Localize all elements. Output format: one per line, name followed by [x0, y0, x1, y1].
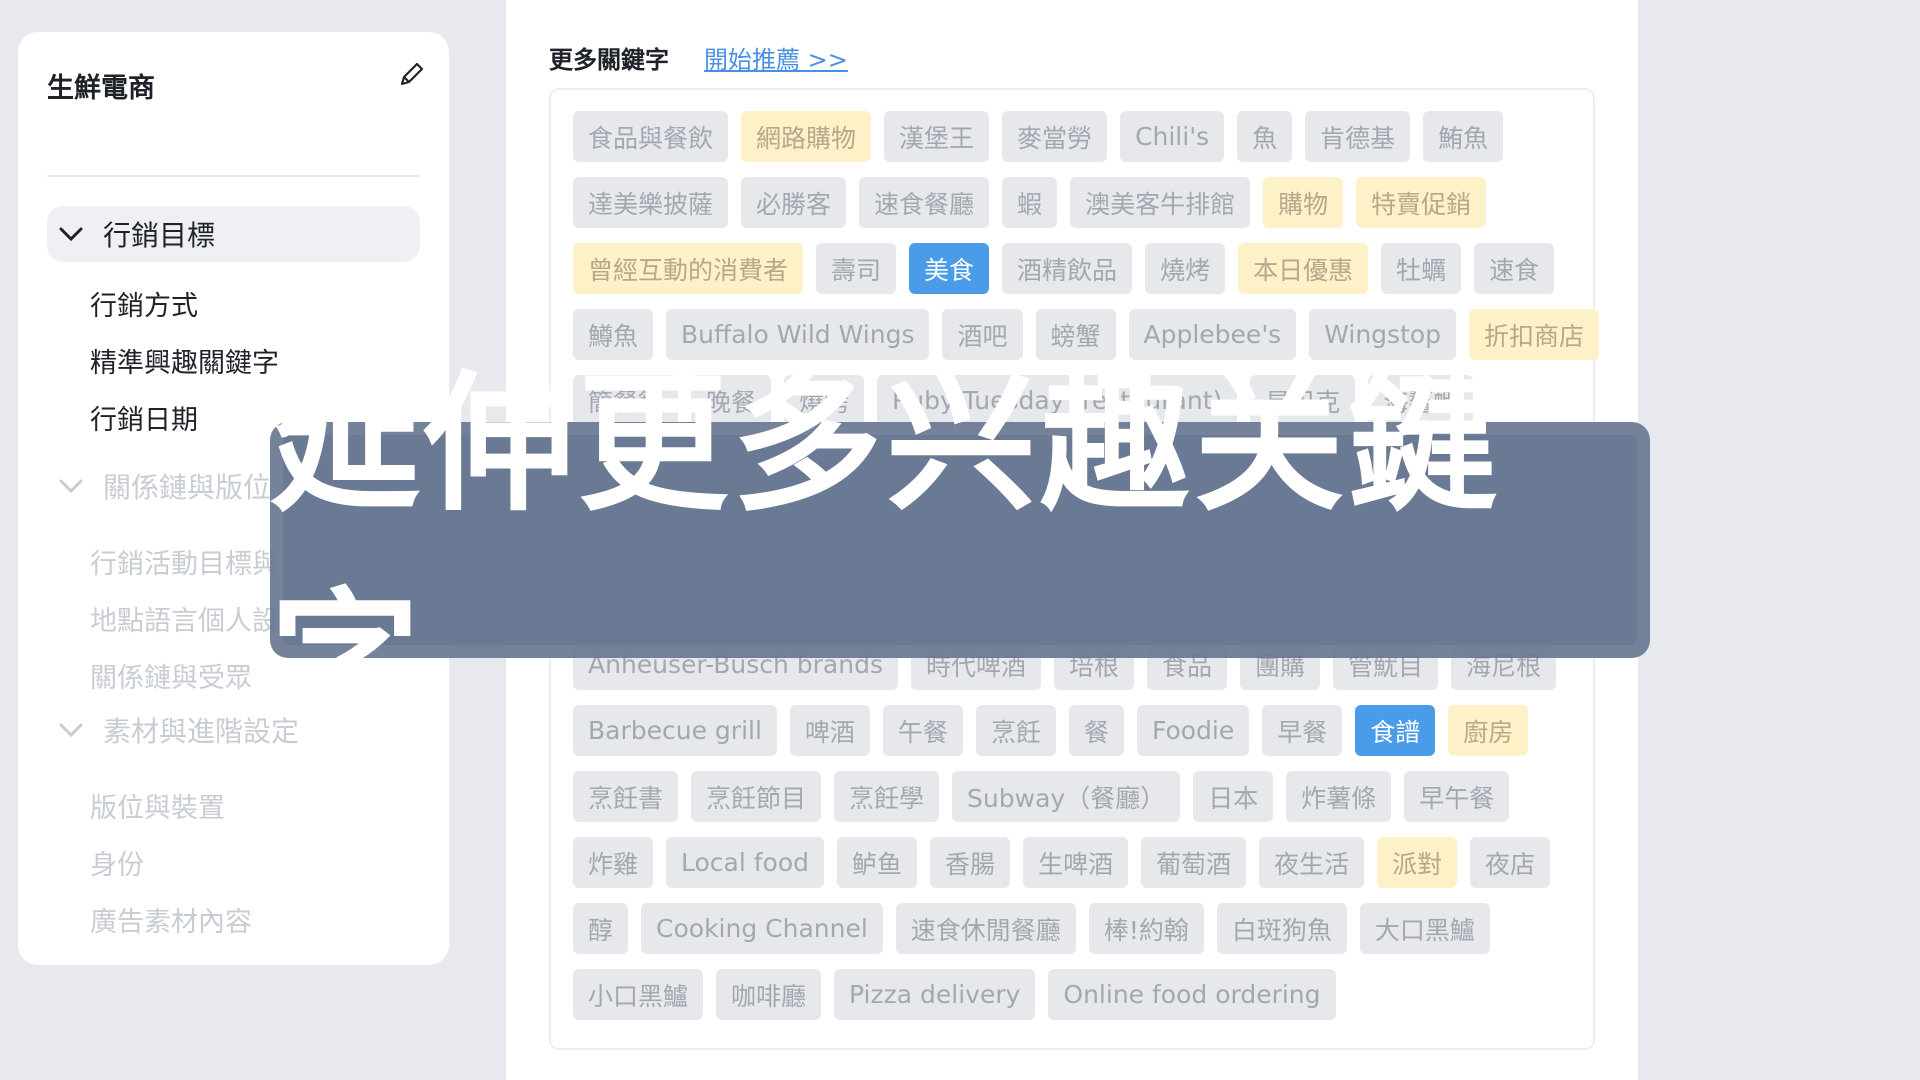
nav-item-campaign-goal[interactable]: 行銷活動目標與: [90, 542, 279, 581]
tag-row: 食品與餐飲 網路購物 漢堡王 麥當勞 Chili's 魚肯德基 鮪魚: [573, 111, 1504, 162]
keyword-tag[interactable]: 速食餐廳: [859, 177, 990, 228]
keyword-tag[interactable]: 夜店: [1470, 837, 1551, 888]
nav-item-relations-audience[interactable]: 關係鏈與受眾: [90, 656, 252, 695]
keyword-tag[interactable]: 炸薯條: [1286, 771, 1392, 822]
keyword-tag[interactable]: 日本: [1193, 771, 1274, 822]
project-title: 生鮮電商: [47, 73, 155, 104]
group-label: 關係鏈與版位: [103, 471, 272, 504]
keyword-tag[interactable]: 鲈鱼: [837, 837, 918, 888]
chevron-down-icon: [51, 710, 91, 750]
keyword-tag[interactable]: 小口黑鱸: [573, 969, 704, 1020]
keyword-tag[interactable]: 夜生活: [1259, 837, 1365, 888]
keyword-tag[interactable]: 美食: [909, 243, 990, 294]
keyword-tag[interactable]: 壽司: [816, 243, 897, 294]
edit-pencil-icon[interactable]: [394, 58, 428, 92]
tag-row: 醇 Cooking Channel 速食休閒餐廳 棒!約翰 白斑狗魚 大口黑鱸: [573, 903, 1490, 954]
keyword-tag[interactable]: 烹飪節目: [691, 771, 822, 822]
keyword-tag[interactable]: 速食: [1474, 243, 1555, 294]
tag-row: 達美樂披薩 必勝客 速食餐廳蝦澳美客牛排館 購物 特賣促銷: [573, 177, 1487, 228]
keyword-tag[interactable]: 速食休閒餐廳: [895, 903, 1076, 954]
banner-title: 延伸更多兴趣关鍵字: [270, 358, 1503, 749]
keyword-tag[interactable]: 澳美客牛排館: [1070, 177, 1251, 228]
nav-item-marketing-method[interactable]: 行銷方式: [90, 284, 198, 323]
keyword-tag[interactable]: Cooking Channel: [641, 903, 883, 954]
keyword-tag[interactable]: 烹飪書: [573, 771, 679, 822]
keyword-tag[interactable]: 曾經互動的消費者: [573, 243, 804, 294]
more-keywords-title: 更多關鍵字: [549, 46, 669, 74]
keyword-tag[interactable]: 生啤酒: [1023, 837, 1129, 888]
keyword-tag[interactable]: 醇: [573, 903, 629, 954]
nav-item-location-language[interactable]: 地點語言個人設: [90, 599, 279, 638]
keyword-tag[interactable]: 麥當勞: [1002, 111, 1108, 162]
tag-row: 烹飪書 烹飪節目 烹飪學 Subway（餐廳） 日本 炸薯條 早午餐: [573, 771, 1510, 822]
keyword-tag[interactable]: 蝦: [1002, 177, 1058, 228]
keyword-tag[interactable]: 本日優惠: [1238, 243, 1369, 294]
keyword-tag[interactable]: 購物: [1263, 177, 1344, 228]
sidebar-divider: [47, 175, 420, 177]
start-recommend-link[interactable]: 開始推薦 >>: [704, 40, 848, 75]
keyword-tag[interactable]: 魚: [1237, 111, 1293, 162]
keyword-tag[interactable]: 派對: [1377, 837, 1458, 888]
keyword-tag[interactable]: 大口黑鱸: [1359, 903, 1490, 954]
keyword-tag[interactable]: 達美樂披薩: [573, 177, 729, 228]
keyword-tag[interactable]: 網路購物: [741, 111, 872, 162]
keyword-tag[interactable]: 必勝客: [741, 177, 847, 228]
chevron-down-icon: [51, 466, 91, 506]
keyword-tag[interactable]: 鮪魚: [1423, 111, 1504, 162]
chevron-down-icon: [51, 214, 91, 254]
keyword-tag[interactable]: 棒!約翰: [1088, 903, 1204, 954]
nav-item-advanced-settings[interactable]: 進階設定: [90, 957, 198, 965]
keyword-tag[interactable]: 烹飪學: [834, 771, 940, 822]
keyword-tag[interactable]: Online food ordering: [1048, 969, 1336, 1020]
tag-row: 炸雞 Local food 鲈鱼 香腸 生啤酒 葡萄酒 夜生活 派對 夜店: [573, 837, 1551, 888]
keyword-tag[interactable]: Pizza delivery: [834, 969, 1036, 1020]
keyword-tag[interactable]: Subway（餐廳）: [952, 771, 1181, 822]
keyword-tag[interactable]: 白斑狗魚: [1216, 903, 1347, 954]
keyword-tag[interactable]: 漢堡王: [884, 111, 990, 162]
group-label: 行銷目標: [103, 219, 216, 252]
tag-row: 小口黑鱸 咖啡廳 Pizza delivery Online food orderin…: [573, 969, 1336, 1020]
keyword-tag[interactable]: Chili's: [1120, 111, 1225, 162]
group-marketing-goal[interactable]: 行銷目標: [47, 206, 420, 262]
keyword-tag[interactable]: 香腸: [930, 837, 1011, 888]
keyword-tag[interactable]: 葡萄酒: [1141, 837, 1247, 888]
keyword-tag[interactable]: Local food: [666, 837, 825, 888]
tag-row: 曾經互動的消費者 壽司 美食 酒精飲品 燒烤 本日優惠 牡蠣 速食: [573, 243, 1555, 294]
keyword-tag[interactable]: 燒烤: [1145, 243, 1226, 294]
nav-item-identity[interactable]: 身份: [90, 843, 144, 882]
keyword-tag[interactable]: 牡蠣: [1381, 243, 1462, 294]
keyword-tag[interactable]: 炸雞: [573, 837, 654, 888]
keyword-tag[interactable]: 酒精飲品: [1002, 243, 1133, 294]
nav-item-placement-device[interactable]: 版位與裝置: [90, 786, 225, 825]
keyword-tag[interactable]: 食品與餐飲: [573, 111, 729, 162]
nav-item-marketing-date[interactable]: 行銷日期: [90, 398, 198, 437]
overlay-banner: 延伸更多兴趣关鍵字: [270, 358, 1650, 749]
keyword-tag[interactable]: 咖啡廳: [716, 969, 822, 1020]
keyword-tag[interactable]: 肯德基: [1305, 111, 1411, 162]
keyword-tag[interactable]: 早午餐: [1404, 771, 1510, 822]
keyword-tag[interactable]: 特賣促銷: [1356, 177, 1487, 228]
nav-item-ad-content[interactable]: 廣告素材內容: [90, 900, 252, 939]
nav-item-precise-keywords[interactable]: 精準興趣關鍵字: [90, 341, 279, 380]
